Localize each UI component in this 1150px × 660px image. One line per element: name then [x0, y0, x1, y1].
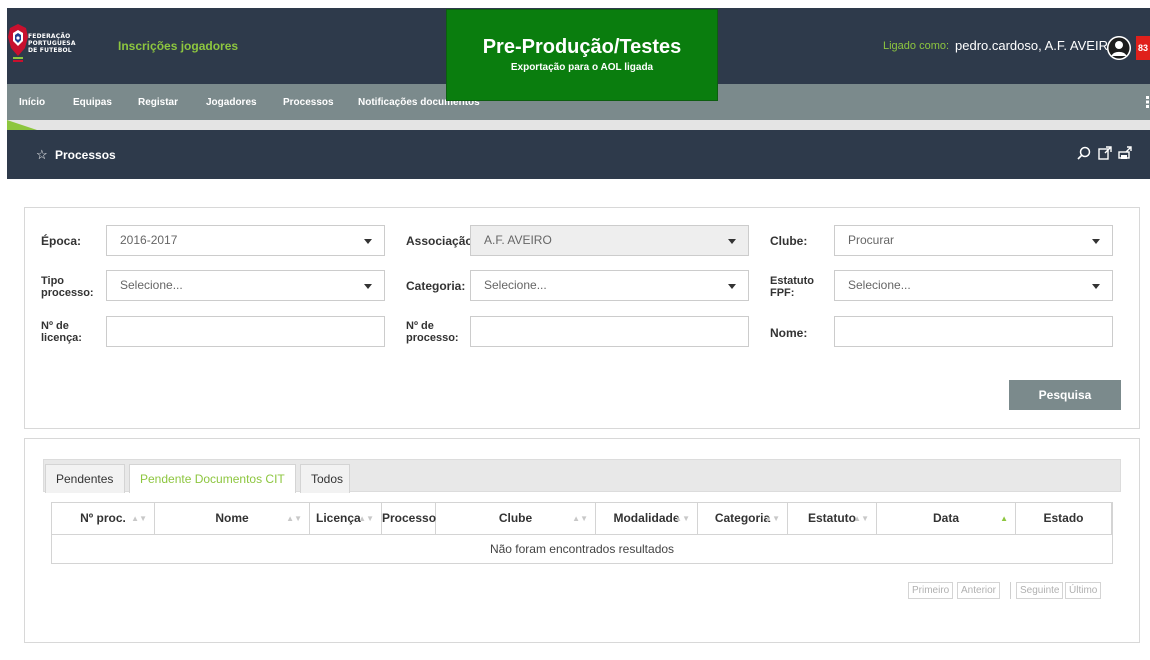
column-header-processo[interactable]: Processo [382, 503, 436, 534]
accent-strip [7, 120, 1150, 130]
clube-value: Procurar [848, 233, 895, 247]
sort-icon: ▲▼ [286, 514, 302, 523]
associacao-value: A.F. AVEIRO [484, 233, 552, 247]
star-icon[interactable]: ☆ [36, 147, 48, 163]
clube-label: Clube: [770, 234, 808, 248]
tipo-processo-value: Selecione... [120, 278, 183, 292]
pagination-previous[interactable]: Anterior [957, 582, 1001, 599]
fpf-logo[interactable] [7, 23, 29, 65]
nav-item-jogadores[interactable]: Jogadores [206, 97, 257, 108]
categoria-select[interactable]: Selecione... [470, 270, 749, 301]
tab-todos[interactable]: Todos [300, 464, 350, 493]
column-header-num-proc[interactable]: Nº proc. ▲▼ [52, 503, 155, 534]
login-label: Ligado como: [883, 40, 950, 52]
categoria-value: Selecione... [484, 278, 547, 292]
estatuto-fpf-label: Estatuto FPF: [770, 275, 814, 299]
column-header-clube[interactable]: Clube ▲▼ [436, 503, 596, 534]
nome-label: Nome: [770, 326, 808, 340]
clube-select[interactable]: Procurar [834, 225, 1113, 256]
processo-number-input[interactable] [470, 316, 749, 347]
sort-icon: ▲▼ [131, 514, 147, 523]
column-header-licenca[interactable]: Licença ▲▼ [310, 503, 382, 534]
nav-item-processos[interactable]: Processos [283, 97, 334, 108]
tab-pendente-documentos-cit[interactable]: Pendente Documentos CIT [129, 464, 296, 493]
epoca-label: Época: [41, 234, 82, 248]
user-icon [1107, 36, 1131, 60]
chevron-down-icon [728, 239, 736, 244]
tipo-processo-label: Tipo processo: [41, 275, 94, 299]
empty-results-message: Não foram encontrados resultados [52, 534, 1112, 564]
sort-icon: ▲▼ [853, 514, 869, 523]
licenca-label: Nº de licença: [41, 320, 82, 344]
pagination-divider [1010, 582, 1011, 599]
column-header-modalidade[interactable]: Modalidade ▲▼ [596, 503, 698, 534]
environment-subtitle: Exportação para o AOL ligada [510, 62, 654, 73]
tab-bar: Pendentes Pendente Documentos CIT Todos [43, 459, 1121, 493]
page-header: ☆ Processos [7, 130, 1150, 179]
estatuto-fpf-select[interactable]: Selecione... [834, 270, 1113, 301]
chevron-down-icon [364, 239, 372, 244]
print-export-icon[interactable] [1118, 146, 1132, 163]
sort-icon: ▲▼ [572, 514, 588, 523]
environment-title: Pre-Produção/Testes [482, 36, 682, 58]
chevron-down-icon [364, 284, 372, 289]
login-user[interactable]: pedro.cardoso, A.F. AVEIRO [955, 38, 1118, 53]
associacao-label: Associação: [406, 234, 477, 248]
column-header-estatuto[interactable]: Estatuto ▲▼ [788, 503, 877, 534]
tab-pendentes[interactable]: Pendentes [45, 464, 125, 493]
header-actions [1074, 146, 1132, 163]
sort-icon: ▲▼ [674, 514, 690, 523]
column-header-data[interactable]: Data ▲ [877, 503, 1016, 534]
chevron-down-icon [728, 284, 736, 289]
page-title: Processos [55, 148, 116, 162]
nav-item-registar[interactable]: Registar [138, 97, 178, 108]
apps-grid-icon[interactable] [1146, 96, 1150, 108]
tipo-processo-select[interactable]: Selecione... [106, 270, 385, 301]
epoca-value: 2016-2017 [120, 233, 178, 247]
epoca-select[interactable]: 2016-2017 [106, 225, 385, 256]
org-name: FEDERAÇÃO PORTUGUESA DE FUTEBOL [28, 33, 76, 54]
column-header-estado[interactable]: Estado [1016, 503, 1112, 534]
nav-item-inicio[interactable]: Início [19, 97, 45, 108]
sort-icon: ▲▼ [358, 514, 374, 523]
licenca-input[interactable] [106, 316, 385, 347]
pagination-last[interactable]: Último [1065, 582, 1102, 599]
environment-banner: Pre-Produção/Testes Exportação para o AO… [446, 9, 718, 101]
column-header-nome[interactable]: Nome ▲▼ [155, 503, 310, 534]
pagination-first[interactable]: Primeiro [908, 582, 954, 599]
avatar[interactable] [1107, 36, 1131, 60]
nome-input[interactable] [834, 316, 1113, 347]
processo-number-label: Nº de processo: [406, 320, 459, 344]
app-title[interactable]: Inscrições jogadores [118, 39, 238, 53]
notification-badge[interactable]: 83 [1136, 36, 1150, 60]
nav-item-equipas[interactable]: Equipas [73, 97, 112, 108]
categoria-label: Categoria: [406, 279, 466, 293]
sort-ascending-icon: ▲ [1000, 514, 1008, 523]
pagination-next[interactable]: Seguinte [1016, 582, 1064, 599]
chevron-down-icon [1092, 239, 1100, 244]
estatuto-fpf-value: Selecione... [848, 278, 911, 292]
export-icon[interactable] [1097, 146, 1112, 163]
chevron-down-icon [1092, 284, 1100, 289]
search-icon[interactable] [1077, 146, 1091, 163]
search-button[interactable]: Pesquisa [1009, 380, 1121, 410]
results-table: Nº proc. ▲▼ Nome ▲▼ Licença ▲▼ Processo Clu… [51, 502, 1113, 564]
associacao-select: A.F. AVEIRO [470, 225, 749, 256]
sort-icon: ▲▼ [764, 514, 780, 523]
column-header-categoria[interactable]: Categoria ▲▼ [698, 503, 788, 534]
